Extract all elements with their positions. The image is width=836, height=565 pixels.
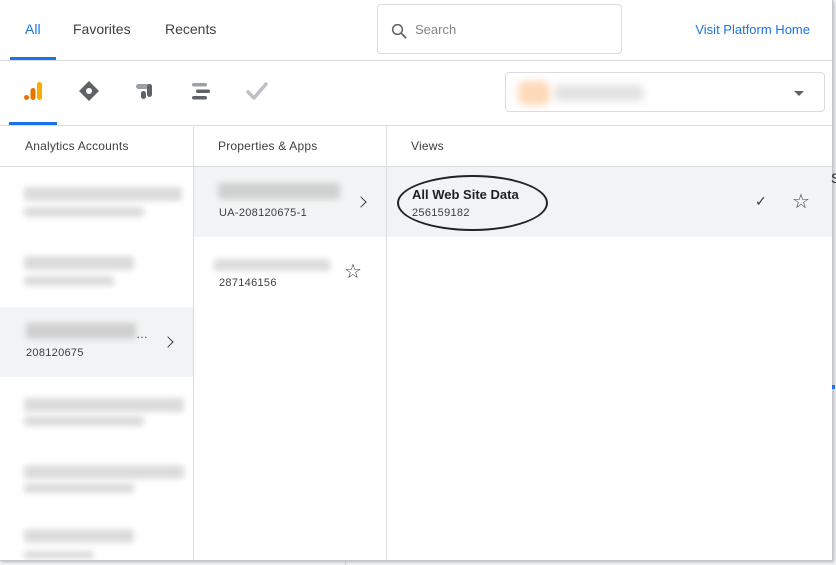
star-icon[interactable]: ☆ (344, 262, 362, 282)
list-item-account-selected[interactable]: … 208120675 (0, 307, 193, 377)
surveys-icon (246, 82, 268, 100)
view-name: All Web Site Data (412, 187, 519, 202)
blurred-account-name (24, 256, 134, 270)
list-item-account[interactable] (0, 246, 193, 292)
property-id: UA-208120675-1 (219, 207, 307, 219)
blurred-account-name (24, 398, 184, 412)
accounts-column: Analytics Accounts … 208120675 (0, 126, 194, 560)
blurred-account-name (24, 187, 182, 201)
properties-column: Properties & Apps UA-208120675-1 2871461… (194, 126, 387, 560)
search-input[interactable] (415, 19, 605, 39)
search-box[interactable] (377, 4, 622, 54)
properties-column-header: Properties & Apps (194, 126, 386, 167)
product-optimize[interactable] (188, 78, 214, 104)
product-switcher (0, 61, 832, 126)
highlight-circle (397, 175, 548, 231)
tag-manager-icon (79, 81, 99, 101)
product-surveys[interactable] (244, 78, 270, 104)
chevron-right-icon (162, 336, 174, 348)
account-id: 208120675 (26, 347, 84, 359)
product-data-studio[interactable] (132, 78, 158, 104)
list-item-account[interactable] (0, 461, 193, 501)
analytics-icon (24, 82, 42, 100)
list-item-account[interactable] (0, 521, 193, 560)
blurred-account-id (24, 276, 114, 286)
blurred-account-id (24, 551, 94, 559)
blurred-account-name (24, 529, 134, 543)
data-studio-icon (136, 84, 152, 99)
product-tag-manager[interactable] (76, 78, 102, 104)
blurred-property-name (218, 183, 340, 199)
background-page-fragment (832, 385, 835, 389)
views-column: Views All Web Site Data 256159182 ✓ ☆ (387, 126, 832, 560)
blurred-account-id (24, 483, 134, 493)
list-item-property-selected[interactable]: UA-208120675-1 (194, 167, 386, 237)
blurred-account-name (24, 465, 184, 479)
account-name-ellipsis: … (136, 327, 149, 341)
search-icon (391, 23, 407, 39)
chevron-down-icon (794, 91, 804, 96)
blurred-account-id (24, 416, 144, 426)
active-product-indicator (9, 122, 57, 125)
product-analytics[interactable] (20, 78, 46, 104)
account-name-blurred (554, 85, 644, 101)
active-tab-indicator (10, 57, 56, 60)
list-item-account[interactable] (0, 394, 193, 434)
visit-platform-home-link[interactable]: Visit Platform Home (695, 22, 810, 37)
optimize-icon (192, 83, 210, 100)
tab-all[interactable]: All (25, 21, 41, 37)
views-column-header: Views (387, 126, 832, 167)
picker-tab-bar: All Favorites Recents Visit Platform Hom… (0, 0, 832, 61)
chevron-right-icon (355, 196, 367, 208)
blurred-account-name (26, 323, 136, 339)
account-selector-dropdown[interactable] (505, 72, 825, 112)
list-item-view-selected[interactable]: All Web Site Data 256159182 ✓ ☆ (387, 167, 832, 237)
account-avatar-blurred (518, 81, 550, 105)
background-page-fragment: S (831, 170, 836, 186)
tab-recents[interactable]: Recents (165, 21, 216, 37)
star-icon[interactable]: ☆ (792, 192, 810, 212)
background-page-divider (345, 560, 346, 565)
check-icon: ✓ (755, 193, 767, 209)
list-item-account[interactable] (0, 181, 193, 227)
view-id: 256159182 (412, 207, 470, 219)
blurred-property-name (214, 259, 330, 271)
list-item-property[interactable]: 287146156 ☆ (194, 246, 386, 296)
blurred-account-id (24, 207, 144, 217)
account-picker-panel: All Favorites Recents Visit Platform Hom… (0, 0, 833, 561)
property-id: 287146156 (219, 277, 277, 289)
tab-favorites[interactable]: Favorites (73, 21, 131, 37)
accounts-column-header: Analytics Accounts (0, 126, 193, 167)
